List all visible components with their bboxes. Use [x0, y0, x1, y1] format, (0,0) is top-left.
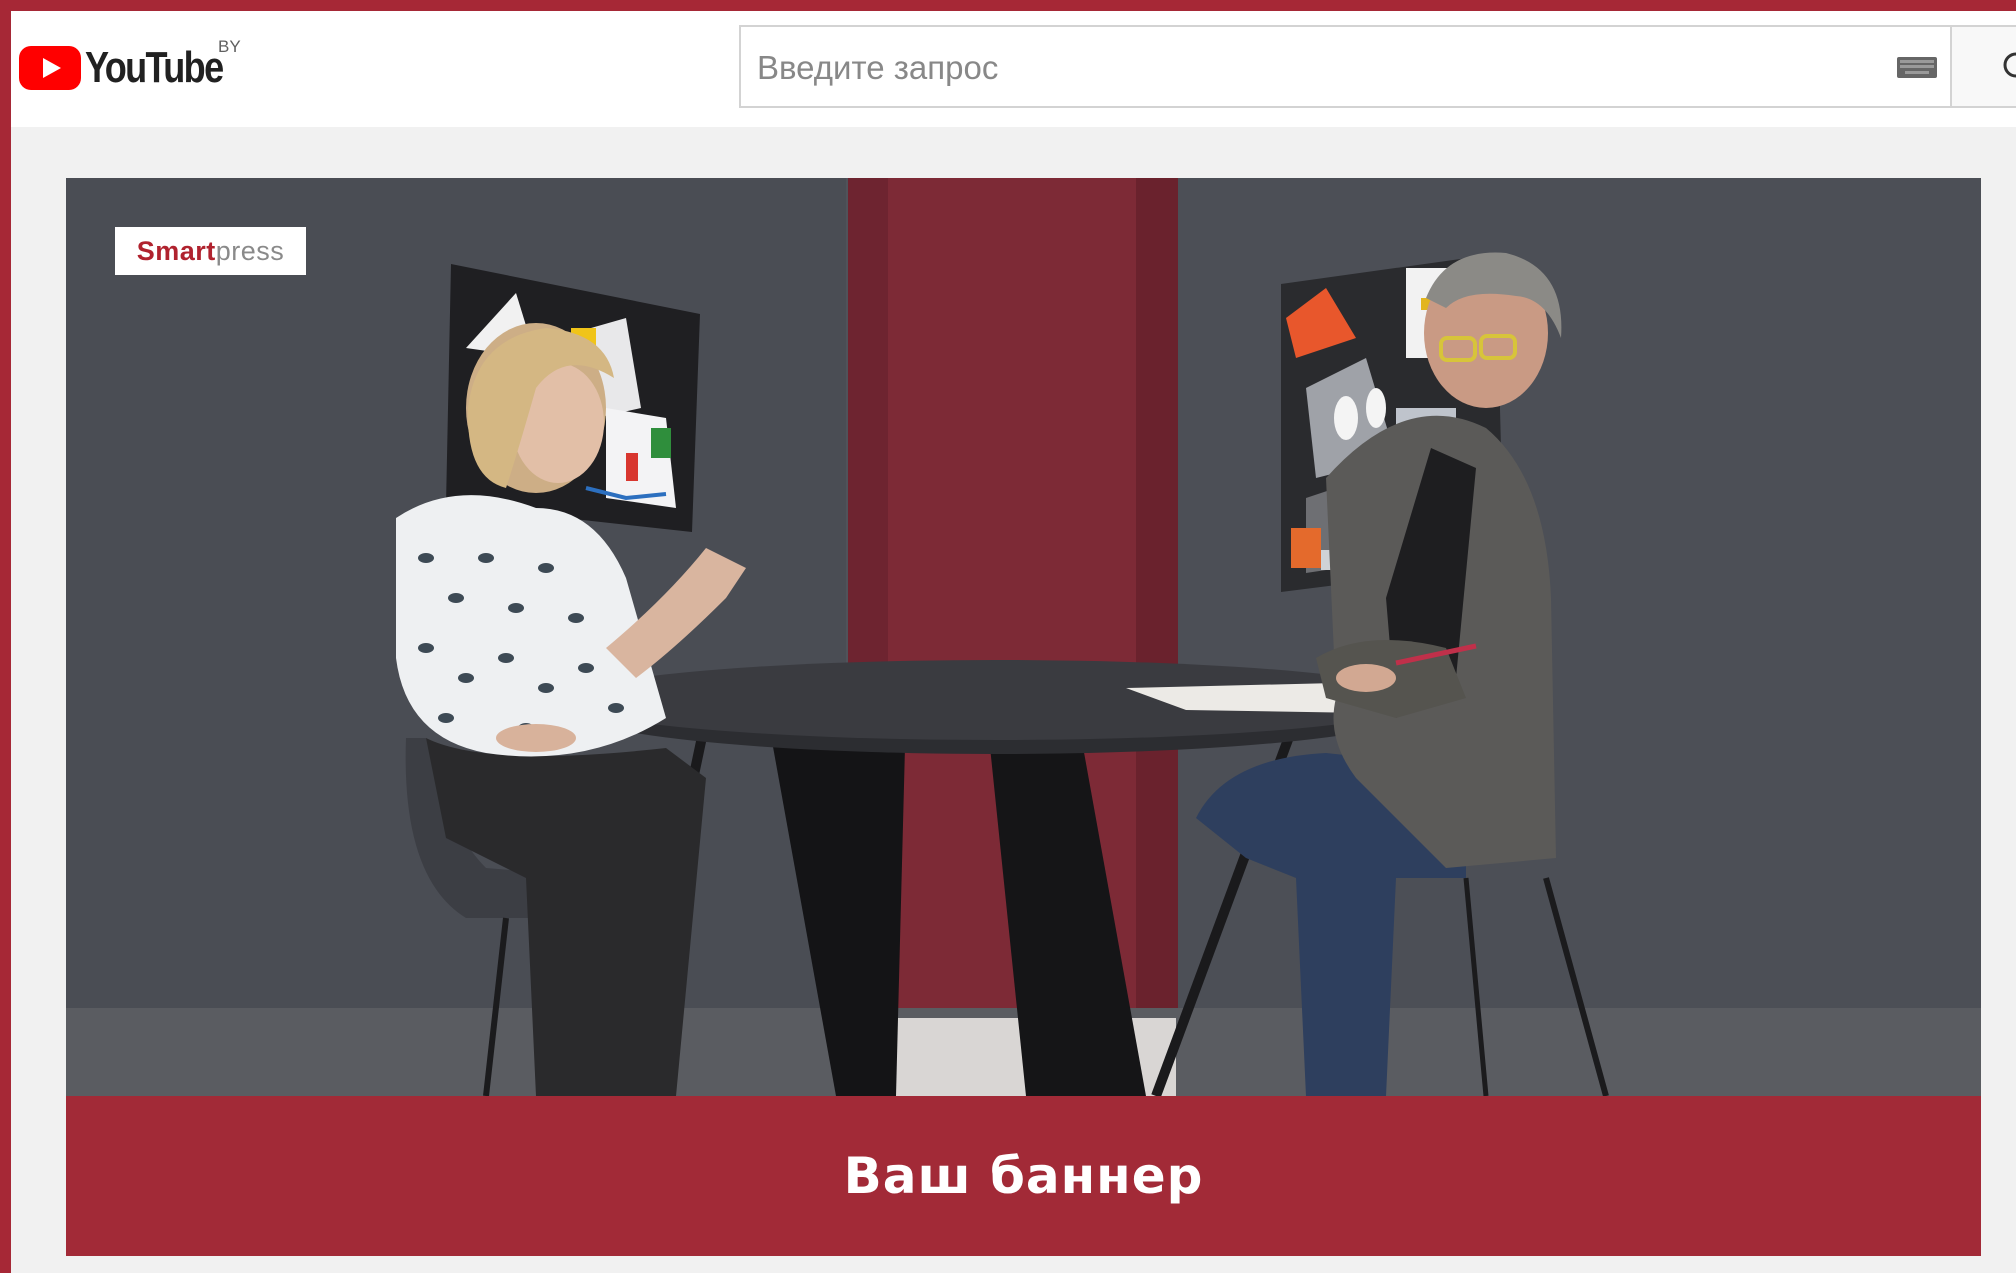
frame-left-border	[0, 0, 11, 1273]
youtube-logo-text: YouTube	[85, 43, 224, 92]
youtube-header: YouTube BY	[11, 11, 2016, 127]
youtube-logo-icon	[19, 46, 81, 90]
brand-press-text: press	[215, 235, 285, 266]
video-player[interactable]: Smart press	[66, 178, 1981, 1096]
interview-scene-image	[66, 178, 1981, 1096]
ad-banner[interactable]: Ваш баннер	[66, 1096, 1981, 1256]
search-icon	[2003, 52, 2016, 78]
brand-smart-text: Smart	[136, 235, 216, 266]
keyboard-icon[interactable]	[1896, 54, 1938, 80]
search-input[interactable]	[755, 27, 1879, 108]
smartpress-logo: Smart press	[115, 227, 306, 275]
region-code: BY	[218, 37, 241, 56]
search-button[interactable]	[1950, 25, 2016, 108]
banner-text: Ваш баннер	[843, 1147, 1204, 1205]
search-box	[739, 25, 1950, 108]
frame-top-border	[0, 0, 2016, 11]
